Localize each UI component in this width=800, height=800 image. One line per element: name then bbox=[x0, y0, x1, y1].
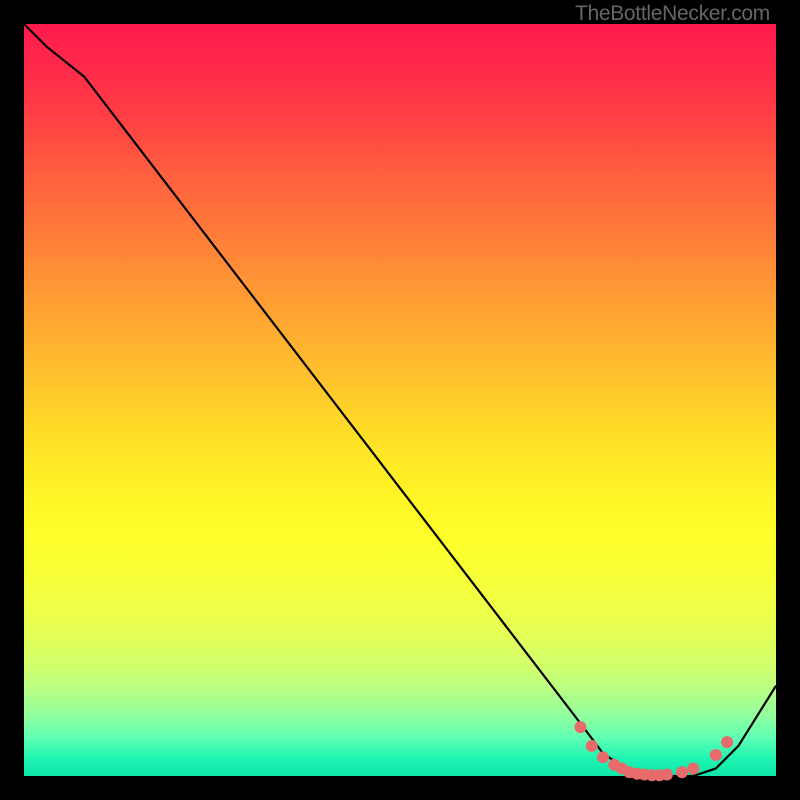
marker-dot bbox=[676, 766, 688, 778]
marker-dot bbox=[721, 736, 733, 748]
bottleneck-curve-line bbox=[24, 24, 776, 776]
marker-dot bbox=[597, 751, 609, 763]
marker-dot bbox=[661, 769, 673, 781]
chart-svg bbox=[24, 24, 776, 776]
marker-dot bbox=[687, 762, 699, 774]
attribution-text: TheBottleNecker.com bbox=[575, 2, 770, 26]
marker-dot bbox=[586, 740, 598, 752]
chart-plot-area bbox=[24, 24, 776, 776]
marker-dots bbox=[574, 721, 733, 781]
marker-dot bbox=[574, 721, 586, 733]
marker-dot bbox=[710, 749, 722, 761]
